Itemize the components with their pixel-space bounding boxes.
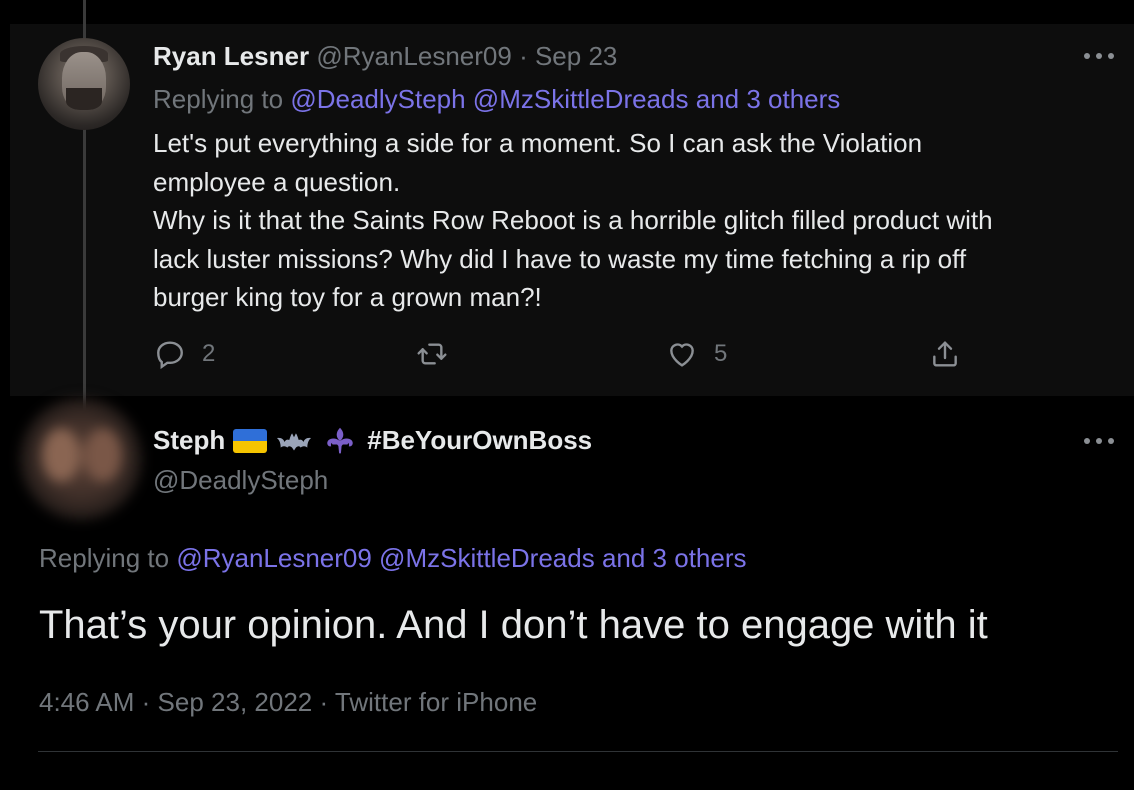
tweet-date[interactable]: Sep 23 (535, 41, 617, 71)
tweet-text-line: employee a question. (153, 166, 401, 197)
author-name[interactable]: Steph (153, 425, 225, 456)
reply-button[interactable]: 2 (154, 336, 215, 372)
meta-separator: · (141, 687, 151, 717)
share-icon (933, 341, 957, 367)
author-name[interactable]: Ryan Lesner (153, 41, 309, 71)
avatar-blur-left (42, 428, 80, 482)
divider (38, 751, 1118, 752)
replying-mentions[interactable]: @DeadlySteph @MzSkittleDreads (290, 84, 688, 114)
tweet-text: That’s your opinion. And I don’t have to… (39, 603, 988, 647)
twitter-thread-view: Ryan Lesner @RyanLesner09 · Sep 23 Reply… (0, 0, 1134, 790)
tweet-text-line: burger king toy for a grown man?! (153, 282, 542, 312)
replying-others[interactable]: and 3 others (696, 84, 841, 114)
avatar-beard (66, 88, 102, 110)
replying-to-label: Replying to (39, 543, 170, 573)
author-handle[interactable]: @RyanLesner09 (316, 41, 512, 71)
meta-separator: · (319, 687, 329, 717)
ukraine-flag-icon (233, 428, 268, 453)
replying-others[interactable]: and 3 others (602, 543, 747, 573)
avatar-blur-right (84, 428, 122, 482)
like-button[interactable]: 5 (666, 336, 727, 372)
tweet-text-line: Let's put everything a side for a moment… (153, 128, 923, 158)
fleur-de-lis-icon (327, 427, 353, 453)
tweet-source[interactable]: Twitter for iPhone (335, 687, 537, 717)
tweet-text-line: Why is it that the Saints Row Reboot is … (153, 205, 993, 235)
share-button[interactable] (929, 336, 961, 372)
replying-mentions[interactable]: @RyanLesner09 @MzSkittleDreads (176, 543, 594, 573)
main-tweet-author: Steph #BeYourOwnBoss (153, 425, 592, 456)
replying-to-label: Replying to (153, 84, 284, 114)
parent-tweet-header: Ryan Lesner @RyanLesner09 · Sep 23 (153, 41, 617, 72)
retweet-icon (417, 343, 447, 365)
name-hashtag[interactable]: #BeYourOwnBoss (367, 425, 592, 456)
tweet-text-line: lack luster missions? Why did I have to … (153, 243, 967, 274)
tweet-time[interactable]: 4:46 AM (39, 687, 134, 717)
more-icon[interactable] (1084, 436, 1114, 446)
avatar[interactable] (20, 398, 142, 520)
reply-icon (157, 341, 183, 370)
like-count: 5 (714, 340, 728, 367)
bat-icon (277, 432, 312, 450)
tweet-metadata: 4:46 AM · Sep 23, 2022 · Twitter for iPh… (39, 687, 537, 718)
replying-to-line: Replying to @RyanLesner09 @MzSkittleDrea… (39, 543, 747, 574)
tweet-date[interactable]: Sep 23, 2022 (158, 687, 313, 717)
like-icon (670, 343, 694, 367)
header-separator: · (519, 41, 528, 71)
more-icon[interactable] (1084, 51, 1114, 61)
reply-count: 2 (202, 340, 216, 367)
replying-to-line: Replying to @DeadlySteph @MzSkittleDread… (153, 84, 840, 115)
retweet-button[interactable] (416, 336, 464, 372)
avatar[interactable] (38, 38, 130, 130)
author-handle[interactable]: @DeadlySteph (153, 465, 328, 496)
tweet-text: Let's put everything a side for a moment… (153, 124, 1103, 317)
